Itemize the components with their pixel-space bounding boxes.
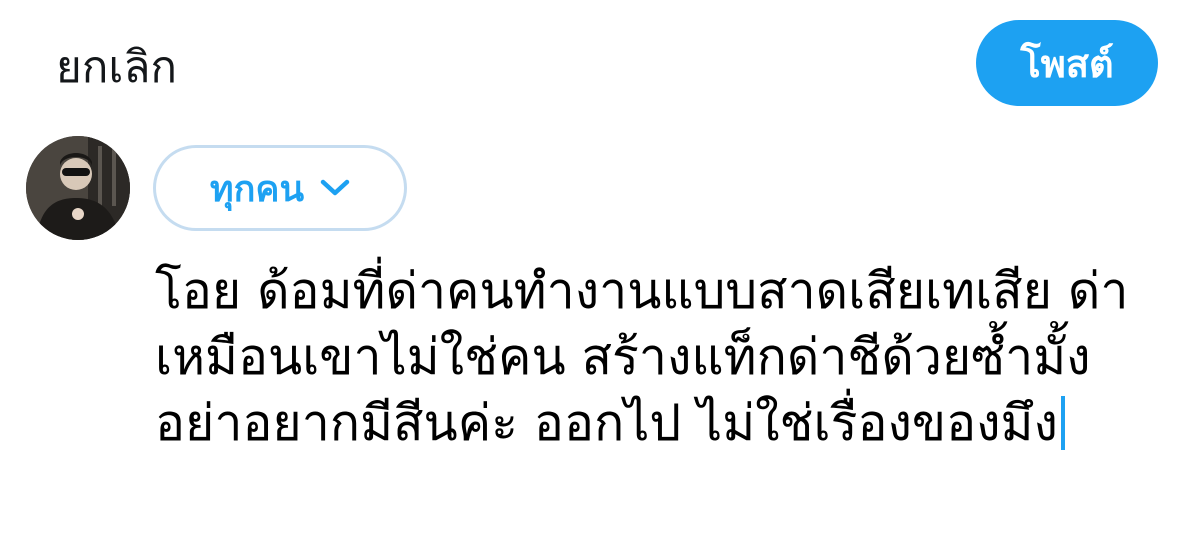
cancel-button[interactable]: ยกเลิก bbox=[56, 40, 177, 96]
compose-text-line-3: อย่าอยากมีสีนค่ะ ออกไป ไม่ใช่เรื่องของมึ… bbox=[155, 390, 1165, 456]
audience-selector[interactable]: ทุกคน bbox=[153, 145, 407, 231]
avatar bbox=[26, 136, 130, 240]
text-cursor bbox=[1060, 396, 1065, 450]
compose-text-line-2: เหมือนเขาไม่ใช่คน สร้างแท็กด่าชีด้วยซ้ำม… bbox=[155, 328, 1091, 386]
compose-text-line-3-content: อย่าอยากมีสีนค่ะ ออกไป ไม่ใช่เรื่องของมึ… bbox=[155, 394, 1058, 452]
compose-text-line-1: โอย ด้อมที่ด่าคนทำงานแบบสาดเสียเทเสีย ด่… bbox=[155, 262, 1129, 320]
audience-label: ทุกคน bbox=[209, 168, 305, 210]
tweet-compose-area[interactable]: โอย ด้อมที่ด่าคนทำงานแบบสาดเสียเทเสีย ด่… bbox=[155, 258, 1165, 478]
chevron-down-icon bbox=[320, 179, 350, 197]
post-button[interactable]: โพสต์ bbox=[976, 20, 1158, 106]
